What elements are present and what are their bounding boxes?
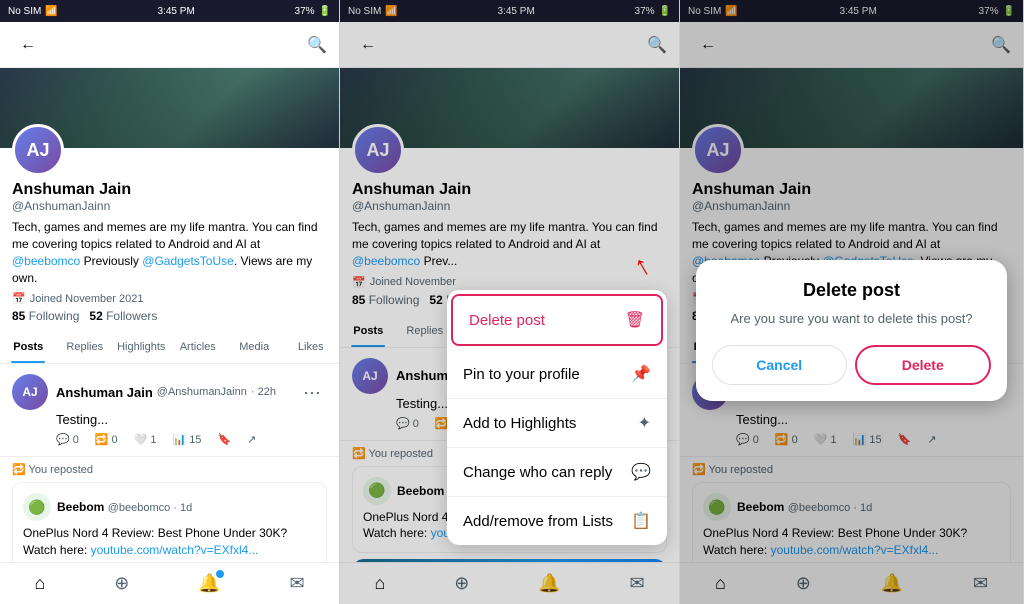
trash-icon: 🗑 bbox=[625, 310, 645, 330]
dropdown-menu: Delete post 🗑 Pin to your profile 📌 Add … bbox=[447, 290, 667, 545]
feed-1: AJ Anshuman Jain @AnshumanJainn · 22h ··… bbox=[0, 364, 339, 562]
views-action-1[interactable]: 📊 15 bbox=[172, 433, 201, 446]
profile-handle-1: @AnshumanJainn bbox=[12, 199, 327, 213]
search-icon-1[interactable]: 🔍 bbox=[307, 35, 327, 55]
tweet-card-1: AJ Anshuman Jain @AnshumanJainn · 22h ··… bbox=[0, 364, 339, 457]
bottom-nav-1: ⌂ ⊕ 🔔 ✉ bbox=[0, 562, 339, 604]
repost-handle-1: @beebomco · 1d bbox=[108, 502, 193, 514]
profile-meta-1: 📅 Joined November 2021 bbox=[12, 292, 327, 305]
dialog-body: Are you sure you want to delete this pos… bbox=[712, 309, 991, 329]
following-stat-1: 85 Following bbox=[12, 309, 79, 323]
repost-body-1: OnePlus Nord 4 Review: Best Phone Under … bbox=[23, 525, 316, 559]
list-icon: 📋 bbox=[631, 511, 651, 531]
repost-meta-1: Beebom @beebomco · 1d bbox=[57, 500, 192, 514]
tweet-meta-1: Anshuman Jain @AnshumanJainn · 22h bbox=[56, 385, 289, 400]
repost-avatar-1: 🟢 bbox=[23, 493, 51, 521]
profile-name-1: Anshuman Jain bbox=[12, 180, 327, 199]
repost-name-1: Beebom bbox=[57, 500, 104, 514]
repost-label-1: 🔁 You reposted bbox=[0, 457, 339, 476]
dropdown-lists[interactable]: Add/remove from Lists 📋 bbox=[447, 497, 667, 545]
highlights-label: Add to Highlights bbox=[463, 415, 576, 432]
tweet-more-1[interactable]: ··· bbox=[297, 380, 327, 405]
panel-1: No SIM 📶 3:45 PM 37% 🔋 ← 🔍 AJ Anshuman J… bbox=[0, 0, 340, 604]
tab-posts-1[interactable]: Posts bbox=[0, 331, 57, 363]
joined-1: Joined November 2021 bbox=[30, 293, 144, 305]
tweet-avatar-1: AJ bbox=[12, 374, 48, 410]
dropdown-highlights[interactable]: Add to Highlights ✦ bbox=[447, 399, 667, 448]
dialog-buttons: Cancel Delete bbox=[712, 345, 991, 385]
dropdown-delete[interactable]: Delete post 🗑 bbox=[451, 294, 663, 346]
sparkle-icon: ✦ bbox=[638, 413, 651, 433]
battery-icon-1: 🔋 bbox=[319, 6, 331, 17]
tweet-handle-1: @AnshumanJainn bbox=[157, 386, 247, 398]
delete-label: Delete post bbox=[469, 312, 545, 329]
search-nav-1[interactable]: ⊕ bbox=[114, 573, 129, 594]
repost-header-1: 🟢 Beebom @beebomco · 1d bbox=[23, 493, 316, 521]
dropdown-pin[interactable]: Pin to your profile 📌 bbox=[447, 350, 667, 399]
share-action-1[interactable]: ↗ bbox=[247, 433, 256, 446]
avatar-1: AJ bbox=[12, 124, 64, 176]
lists-label: Add/remove from Lists bbox=[463, 513, 613, 530]
tweet-actions-1: 💬 0 🔁 0 🤍 1 📊 15 🔖 ↗ bbox=[56, 433, 327, 446]
avatar-wrapper-1: AJ bbox=[12, 124, 327, 176]
tweet-header-1: AJ Anshuman Jain @AnshumanJainn · 22h ··… bbox=[12, 374, 327, 410]
panel-3: No SIM 📶 3:45 PM 37% 🔋 ← 🔍 AJ Anshuman J… bbox=[680, 0, 1024, 604]
pin-label: Pin to your profile bbox=[463, 366, 580, 383]
followers-stat-1: 52 Followers bbox=[89, 309, 157, 323]
profile-stats-1: 85 Following 52 Followers bbox=[12, 309, 327, 323]
delete-button[interactable]: Delete bbox=[855, 345, 992, 385]
bookmark-action-1[interactable]: 🔖 bbox=[217, 433, 231, 446]
panel-2: No SIM 📶 3:45 PM 37% 🔋 ← 🔍 AJ Anshuman J… bbox=[340, 0, 680, 604]
top-nav-1: ← 🔍 bbox=[0, 22, 339, 68]
profile-section-1: AJ Anshuman Jain @AnshumanJainn Tech, ga… bbox=[0, 148, 339, 331]
cancel-button[interactable]: Cancel bbox=[712, 345, 847, 385]
status-right-1: 37% 🔋 bbox=[295, 6, 331, 17]
tab-media-1[interactable]: Media bbox=[226, 331, 283, 363]
repost-card-1: 🟢 Beebom @beebomco · 1d OnePlus Nord 4 R… bbox=[12, 482, 327, 562]
tab-articles-1[interactable]: Articles bbox=[170, 331, 227, 363]
tabs-bar-1: Posts Replies Highlights Articles Media … bbox=[0, 331, 339, 364]
tweet-name-row-1: Anshuman Jain @AnshumanJainn · 22h bbox=[56, 385, 289, 400]
messages-nav-1[interactable]: ✉ bbox=[289, 573, 304, 594]
notif-badge-1 bbox=[216, 570, 224, 578]
tweet-body-1: Testing... bbox=[56, 412, 327, 427]
bio-link2-1[interactable]: @GadgetsToUse bbox=[142, 254, 234, 268]
repost-link-1[interactable]: youtube.com/watch?v=EXfxl4... bbox=[91, 543, 259, 557]
confirm-dialog: Delete post Are you sure you want to del… bbox=[696, 260, 1007, 401]
wifi-icon-1: 📶 bbox=[45, 6, 57, 17]
like-action-1[interactable]: 🤍 1 bbox=[134, 433, 157, 446]
bio-link1-1[interactable]: @beebomco bbox=[12, 254, 80, 268]
carrier-1: No SIM bbox=[8, 6, 41, 17]
reply-label: Change who can reply bbox=[463, 464, 612, 481]
dialog-title: Delete post bbox=[712, 280, 991, 301]
battery-1: 37% bbox=[295, 6, 315, 17]
pin-icon: 📌 bbox=[631, 364, 651, 384]
back-button-1[interactable]: ← bbox=[12, 29, 44, 61]
retweet-action-1[interactable]: 🔁 0 bbox=[95, 433, 118, 446]
profile-bio-1: Tech, games and memes are my life mantra… bbox=[12, 219, 327, 286]
calendar-icon-1: 📅 bbox=[12, 292, 26, 305]
dropdown-reply[interactable]: Change who can reply 💬 bbox=[447, 448, 667, 497]
status-left-1: No SIM 📶 bbox=[8, 6, 58, 17]
tab-replies-1[interactable]: Replies bbox=[57, 331, 114, 363]
notifications-nav-1[interactable]: 🔔 bbox=[198, 573, 220, 594]
time-1: 3:45 PM bbox=[158, 6, 195, 17]
tweet-time-1: · 22h bbox=[251, 386, 276, 398]
tab-likes-1[interactable]: Likes bbox=[283, 331, 340, 363]
status-bar-1: No SIM 📶 3:45 PM 37% 🔋 bbox=[0, 0, 339, 22]
chat-icon: 💬 bbox=[631, 462, 651, 482]
tab-highlights-1[interactable]: Highlights bbox=[113, 331, 170, 363]
tweet-name-1: Anshuman Jain bbox=[56, 385, 153, 400]
home-nav-1[interactable]: ⌂ bbox=[34, 573, 45, 594]
reply-action-1[interactable]: 💬 0 bbox=[56, 433, 79, 446]
